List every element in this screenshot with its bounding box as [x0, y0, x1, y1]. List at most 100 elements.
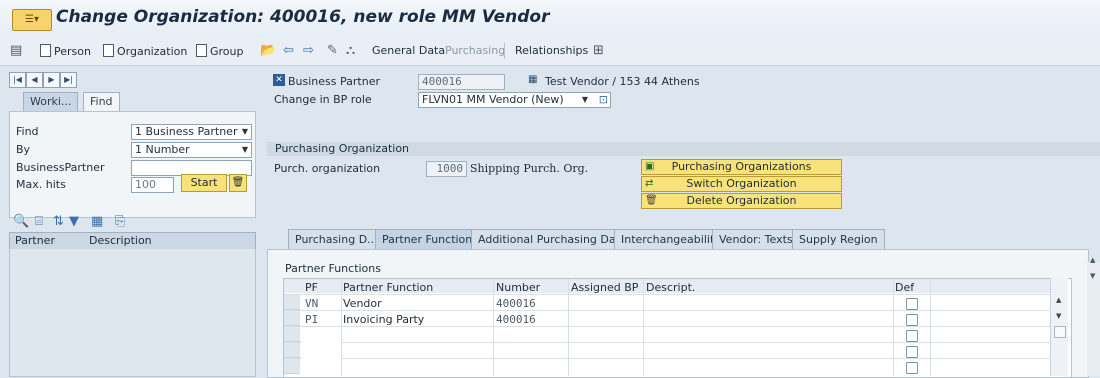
- result-table-header: Partner Description: [9, 232, 256, 250]
- document-icon: [196, 44, 207, 57]
- grid-line: [284, 310, 1050, 311]
- column-assigned-bp[interactable]: Assigned BP: [571, 281, 638, 294]
- person-button[interactable]: Person: [40, 44, 91, 58]
- tab-vendor-texts[interactable]: Vendor: Texts: [712, 229, 800, 250]
- business-partner-field[interactable]: 400016: [418, 74, 505, 90]
- def-checkbox[interactable]: [906, 330, 918, 342]
- group-button[interactable]: Group: [196, 44, 244, 58]
- def-checkbox[interactable]: [906, 346, 918, 358]
- row-2-partner-function: Invoicing Party: [343, 313, 425, 326]
- column-partner-function[interactable]: Partner Function: [343, 281, 433, 294]
- tab-interchangeability[interactable]: Interchangeability: [614, 229, 728, 250]
- switch-icon: ⇄: [645, 178, 654, 189]
- row-1-number[interactable]: 400016: [496, 297, 536, 310]
- toolbar-separator: [504, 43, 505, 59]
- start-button[interactable]: Start: [181, 174, 227, 192]
- chevron-down-icon: ▼: [241, 127, 248, 136]
- tab-find[interactable]: Find: [83, 92, 120, 112]
- def-checkbox[interactable]: [906, 362, 918, 374]
- purchasing-organizations-button[interactable]: ▣ Purchasing Organizations: [641, 159, 842, 175]
- business-partner-description: Test Vendor / 153 44 Athens: [545, 75, 700, 88]
- max-hits-label: Max. hits: [16, 178, 66, 191]
- scroll-up-icon[interactable]: ▲: [1056, 296, 1061, 304]
- row-selector[interactable]: [284, 327, 300, 342]
- next-page-icon[interactable]: ▶: [43, 72, 60, 88]
- tab-purchasing-data[interactable]: Purchasing D...: [288, 229, 385, 250]
- scroll-up-icon[interactable]: ▲: [1090, 256, 1095, 264]
- partner-functions-title: Partner Functions: [285, 262, 381, 275]
- def-checkbox[interactable]: [906, 298, 918, 310]
- switch-organization-button[interactable]: ⇄ Switch Organization: [641, 176, 842, 192]
- layout-icon[interactable]: ▦: [91, 214, 103, 229]
- locator-panel: |◀ ◀ ▶ ▶| Worki... Find Find 1 Business …: [9, 68, 265, 377]
- find-icon[interactable]: ⌸: [35, 214, 43, 229]
- grid-line: [284, 358, 1050, 359]
- tab-supply-region[interactable]: Supply Region: [792, 229, 885, 250]
- purch-organization-field[interactable]: 1000: [426, 161, 467, 177]
- row-selector[interactable]: [284, 295, 300, 310]
- tab-worklist[interactable]: Worki...: [23, 92, 79, 112]
- scroll-down-icon[interactable]: ▼: [1090, 272, 1095, 280]
- def-checkbox[interactable]: [906, 314, 918, 326]
- back-arrow-icon[interactable]: ⇦: [283, 43, 294, 58]
- delete-organization-button[interactable]: 🗑 Delete Organization: [641, 193, 842, 209]
- grid-line: [643, 279, 644, 376]
- window-title: Change Organization: 400016, new role MM…: [56, 7, 550, 27]
- role-details-icon[interactable]: ⊡: [599, 93, 608, 107]
- grid-line: [284, 294, 1050, 295]
- bp-role-dropdown[interactable]: FLVN01 MM Vendor (New) ▼ ⊡: [418, 92, 611, 108]
- tab-partner-functions[interactable]: Partner Functions: [375, 229, 485, 250]
- grid-line: [284, 342, 1050, 343]
- general-data-button[interactable]: General Data: [372, 44, 445, 57]
- scroll-down-icon[interactable]: ▼: [1056, 312, 1061, 320]
- trash-icon: 🗑: [645, 195, 658, 206]
- document-icon: [40, 44, 51, 57]
- row-1-partner-function: Vendor: [343, 297, 382, 310]
- last-page-icon[interactable]: ▶|: [60, 72, 77, 88]
- column-number[interactable]: Number: [496, 281, 540, 294]
- display-change-icon[interactable]: ✎: [327, 43, 338, 58]
- row-selector[interactable]: [284, 359, 300, 374]
- close-icon[interactable]: ✕: [273, 74, 285, 86]
- column-pf[interactable]: PF: [305, 281, 318, 294]
- column-descript[interactable]: Descript.: [646, 281, 695, 294]
- column-def[interactable]: Def: [895, 281, 914, 294]
- pf-input-cell[interactable]: [302, 327, 341, 376]
- locator-toggle-icon[interactable]: ▤: [10, 43, 22, 58]
- chevron-down-icon: ▼: [581, 95, 588, 104]
- delete-icon[interactable]: 🗑: [229, 174, 247, 192]
- other-object-icon[interactable]: ⛬: [346, 43, 355, 58]
- first-page-icon[interactable]: |◀: [9, 72, 26, 88]
- export-icon[interactable]: ⎘: [115, 214, 125, 229]
- filter-icon[interactable]: ▼: [69, 214, 79, 229]
- open-icon[interactable]: 📂: [260, 43, 276, 58]
- forward-arrow-icon[interactable]: ⇨: [303, 43, 314, 58]
- table-scrollbar[interactable]: ▲ ▼: [1050, 278, 1068, 376]
- row-selector[interactable]: [284, 343, 300, 358]
- row-selector[interactable]: [284, 311, 300, 326]
- result-toolbar: 🔍 ⌸ ⇅ ▼ ▦ ⎘: [9, 210, 254, 232]
- title-bar: ☰▾ Change Organization: 400016, new role…: [0, 0, 1100, 38]
- purchasing-button[interactable]: Purchasing: [445, 44, 505, 57]
- row-2-number[interactable]: 400016: [496, 313, 536, 326]
- by-dropdown[interactable]: 1 Number ▼: [131, 142, 252, 158]
- column-description[interactable]: Description: [89, 234, 152, 247]
- sap-menu-icon[interactable]: ☰▾: [12, 9, 52, 31]
- row-1-pf[interactable]: VN: [305, 297, 318, 310]
- row-2-pf[interactable]: PI: [305, 313, 318, 326]
- hierarchy-icon[interactable]: ⊞: [593, 43, 604, 58]
- details-icon[interactable]: 🔍: [13, 214, 29, 229]
- find-label: Find: [16, 125, 39, 138]
- max-hits-input[interactable]: 100: [131, 177, 174, 193]
- relationships-button[interactable]: Relationships: [515, 44, 588, 57]
- sort-icon[interactable]: ⇅: [53, 214, 64, 229]
- page-scrollbar[interactable]: ▲ ▼: [1087, 256, 1100, 376]
- business-partner-label: BusinessPartner: [16, 161, 105, 174]
- find-dropdown[interactable]: 1 Business Partner ▼: [131, 124, 252, 140]
- tab-additional-purchasing-data[interactable]: Additional Purchasing Data: [471, 229, 634, 250]
- organization-icon: ▦: [528, 74, 538, 85]
- previous-page-icon[interactable]: ◀: [26, 72, 43, 88]
- column-partner[interactable]: Partner: [15, 234, 55, 247]
- scroll-page-icon[interactable]: [1054, 326, 1066, 338]
- organization-button[interactable]: Organization: [103, 44, 187, 58]
